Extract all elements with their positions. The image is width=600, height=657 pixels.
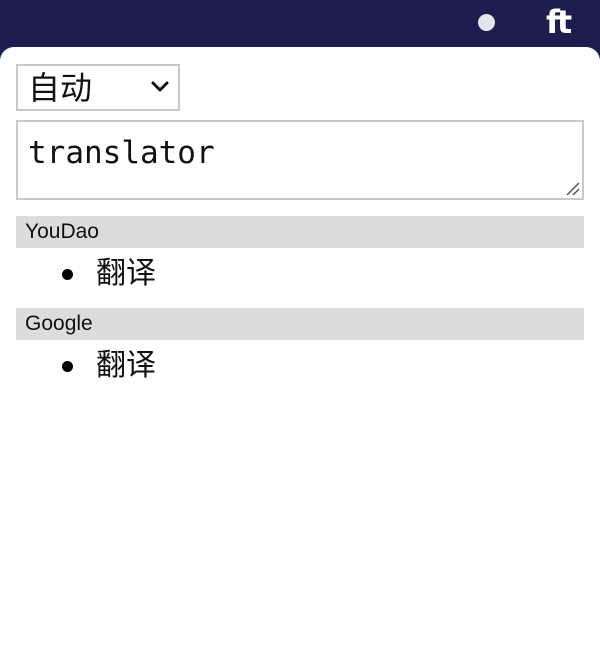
language-select-value: 自动	[28, 69, 93, 107]
circle-icon[interactable]	[478, 14, 495, 31]
chevron-down-icon	[151, 81, 169, 92]
google-section-header: Google	[16, 308, 584, 340]
youdao-section-title: YouDao	[25, 220, 99, 243]
source-text-input[interactable]: translator	[16, 120, 584, 200]
menu-bar: ft	[0, 0, 600, 46]
language-select[interactable]: 自动	[16, 64, 180, 111]
resize-handle-icon[interactable]	[564, 180, 580, 196]
translator-popup: 自动 translator YouDao 翻译 Google 翻译	[0, 47, 600, 657]
bullet-icon	[62, 269, 73, 280]
translation-text: 翻译	[96, 348, 156, 383]
ft-logo-icon[interactable]: ft	[546, 4, 582, 40]
source-text-value: translator	[28, 135, 215, 171]
google-section-title: Google	[25, 312, 93, 335]
bullet-icon	[62, 361, 73, 372]
translation-text: 翻译	[96, 256, 156, 291]
youdao-section-header: YouDao	[16, 216, 584, 248]
